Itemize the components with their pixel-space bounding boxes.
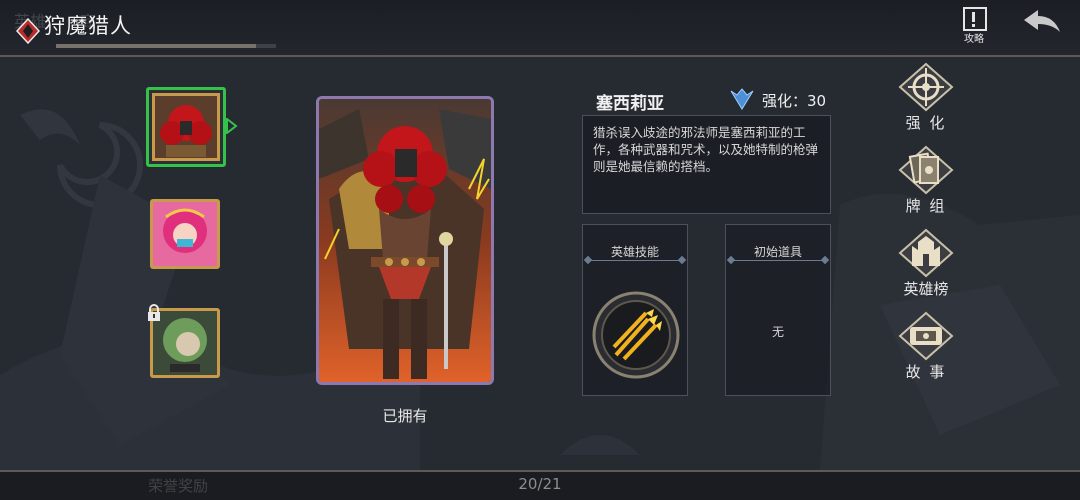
hero-skill-panel: 英雄技能 bbox=[582, 224, 688, 396]
hero-portrait-card bbox=[316, 96, 494, 385]
card-deck-icon bbox=[898, 145, 954, 195]
starting-item-panel: 初始道具 无 bbox=[725, 224, 831, 396]
hero-name: 塞西莉亚 bbox=[596, 94, 664, 114]
title-progress-bar bbox=[56, 44, 276, 48]
hero-portrait-cecilia-icon bbox=[152, 93, 220, 161]
guide-label: 攻略 bbox=[964, 34, 984, 45]
compass-icon bbox=[898, 62, 954, 112]
owned-status: 已拥有 bbox=[382, 407, 428, 425]
guide-button[interactable]: 攻略 bbox=[960, 6, 994, 45]
crest-icon bbox=[16, 18, 40, 44]
top-bar: 英雄 商 狩魔猎人 攻略 bbox=[0, 0, 1080, 57]
story-button[interactable]: 故 事 bbox=[898, 311, 954, 381]
castle-icon bbox=[898, 228, 954, 278]
page-counter: 20/21 bbox=[518, 475, 562, 493]
story-label: 故 事 bbox=[905, 363, 947, 381]
enhance-label: 强 化 bbox=[905, 114, 947, 132]
triple-dart-skill-icon[interactable] bbox=[592, 291, 680, 379]
scroll-icon bbox=[898, 311, 954, 361]
hero-ranking-button[interactable]: 英雄榜 bbox=[898, 228, 954, 298]
hero-description-box: 猎杀误入歧途的邪法师是塞西莉亚的工作，各种武器和咒术，以及她特制的枪弹则是她最信… bbox=[582, 115, 831, 214]
hero-description: 猎杀误入歧途的邪法师是塞西莉亚的工作，各种武器和咒术，以及她特制的枪弹则是她最信… bbox=[593, 125, 819, 174]
back-arrow-icon[interactable] bbox=[1022, 8, 1062, 36]
starting-item-value: 无 bbox=[771, 325, 784, 339]
bottom-bar: 荣誉奖励 20/21 bbox=[0, 470, 1080, 500]
guide-book-icon bbox=[963, 7, 987, 31]
hero-full-art bbox=[319, 99, 491, 382]
lock-icon bbox=[148, 304, 160, 321]
hero-ranking-label: 英雄榜 bbox=[903, 280, 949, 298]
page-title: 狩魔猎人 bbox=[44, 14, 132, 38]
enhance-gem-icon bbox=[730, 88, 754, 110]
hero-thumb-pink[interactable] bbox=[150, 199, 220, 269]
hero-thumb-cecilia[interactable] bbox=[146, 87, 226, 167]
hero-portrait-pink-icon bbox=[150, 199, 220, 269]
enhance-button[interactable]: 强 化 bbox=[898, 62, 954, 132]
hero-skill-title: 英雄技能 bbox=[610, 245, 659, 259]
deck-button[interactable]: 牌 组 bbox=[898, 145, 954, 215]
enhance-level: 强化：30 bbox=[762, 92, 827, 110]
starting-item-title: 初始道具 bbox=[753, 245, 802, 259]
deck-label: 牌 组 bbox=[905, 197, 947, 215]
selected-pointer-icon bbox=[226, 118, 238, 134]
